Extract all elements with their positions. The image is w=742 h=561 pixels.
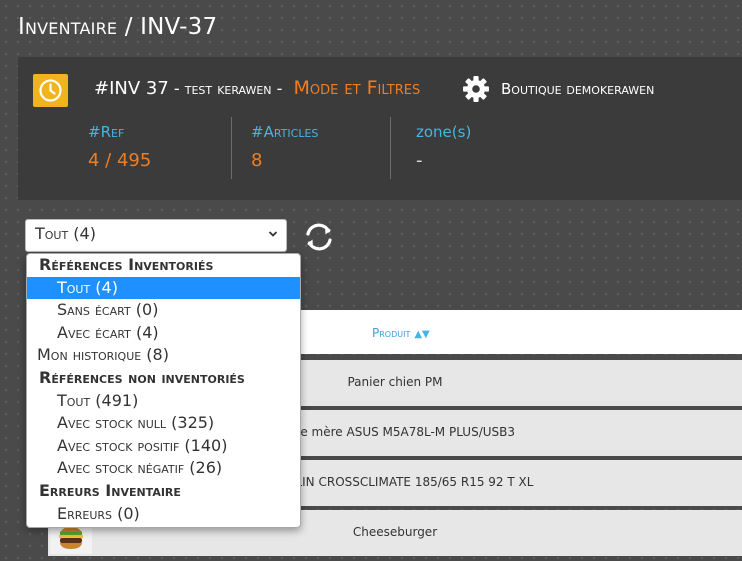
option-mon-historique[interactable]: Mon historique (8) <box>27 344 300 367</box>
stat-ref: #Ref 4 / 495 <box>88 123 151 171</box>
stat-zones-value: - <box>416 150 423 171</box>
option-stock-null[interactable]: Avec stock null (325) <box>27 412 300 435</box>
inventory-id: #INV 37 <box>94 78 169 99</box>
stat-articles-label: #Articles <box>251 123 319 141</box>
sort-arrows-icon[interactable]: ▲▼ <box>414 329 429 340</box>
mode-filters-link[interactable]: Mode et Filtres <box>293 77 420 99</box>
filter-dropdown-list: Références Inventoriés Tout (4) Sans éca… <box>26 253 301 528</box>
page-title: Inventaire / INV-37 <box>18 14 218 40</box>
stat-ref-label: #Ref <box>88 123 125 141</box>
column-header-label: Produit <box>372 326 411 340</box>
column-header-produit[interactable]: Produit ▲▼ <box>372 326 430 340</box>
optgroup-label: Erreurs Inventaire <box>39 480 181 500</box>
stat-articles: #Articles 8 <box>251 123 318 171</box>
clock-icon <box>33 74 68 107</box>
stat-ref-value: 4 / 495 <box>88 150 152 171</box>
divider <box>231 117 232 179</box>
inventory-name: - test kerawen - <box>168 79 288 98</box>
gear-icon[interactable] <box>462 75 490 107</box>
filter-select[interactable]: Tout (4) <box>25 219 287 252</box>
optgroup-label: Références non inventoriés <box>39 367 245 387</box>
filter-select-value: Tout (4) <box>35 224 96 243</box>
option-avec-ecart[interactable]: Avec écart (4) <box>27 322 300 345</box>
option-sans-ecart[interactable]: Sans écart (0) <box>27 299 300 322</box>
inventory-header-panel: #INV 37 - test kerawen - Mode et Filtres… <box>18 57 742 200</box>
shop-name: Boutique demokerawen <box>501 80 655 98</box>
option-stock-positif[interactable]: Avec stock positif (140) <box>27 435 300 458</box>
optgroup-label: Références Inventoriés <box>39 255 214 274</box>
inventory-title: #INV 37 - test kerawen - Mode et Filtres <box>94 77 420 99</box>
chevron-down-icon <box>268 226 278 246</box>
option-erreurs[interactable]: Erreurs (0) <box>27 503 300 526</box>
divider <box>390 117 391 179</box>
stat-zones: zone(s) - <box>416 123 471 171</box>
option-tout-inventories[interactable]: Tout (4) <box>27 276 300 300</box>
refresh-icon[interactable] <box>301 219 337 259</box>
stat-zones-label: zone(s) <box>416 123 472 141</box>
option-tout-non-inventories[interactable]: Tout (491) <box>27 390 300 413</box>
stat-articles-value: 8 <box>251 150 263 171</box>
option-stock-negatif[interactable]: Avec stock négatif (26) <box>27 457 300 480</box>
